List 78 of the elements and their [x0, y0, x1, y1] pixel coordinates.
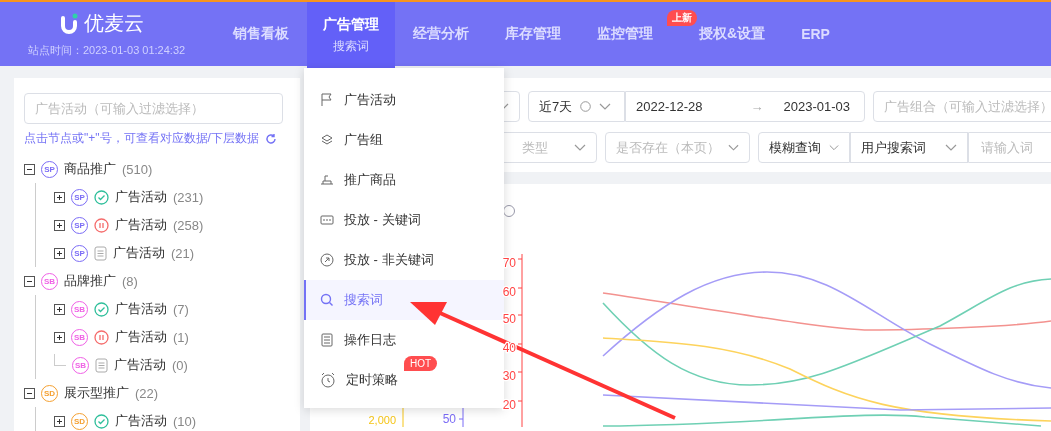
node-count: (22) [135, 385, 159, 401]
chevron-down-icon [945, 143, 957, 152]
station-time: 站点时间：2023-01-03 01:24:32 [28, 43, 187, 58]
check-circle-icon [94, 189, 109, 205]
menu-item[interactable]: 搜索词 [304, 280, 504, 320]
tree-node-label[interactable]: 广告活动 [115, 216, 167, 234]
axis-tick-label: 50 [442, 412, 456, 426]
menu-item[interactable]: 推广商品 [304, 160, 504, 200]
expand-icon[interactable] [54, 303, 65, 315]
date-range-field[interactable]: 2022-12-28 → 2023-01-03 [625, 91, 865, 122]
expand-icon[interactable] [54, 247, 65, 259]
node-count: (231) [173, 189, 204, 205]
notebook-icon [320, 333, 334, 347]
field-select[interactable]: 用户搜索词 [850, 132, 968, 163]
expand-icon[interactable] [54, 191, 65, 203]
logo-text: 优麦云 [84, 11, 144, 36]
tree-node-label[interactable]: 展示型推广 [64, 384, 129, 402]
match-select[interactable]: 模糊查询 [758, 132, 850, 163]
new-badge: 上新 [667, 10, 697, 26]
search-icon [320, 293, 334, 307]
tree-node-label[interactable]: 商品推广 [64, 160, 116, 178]
chevron-down-icon [599, 102, 612, 111]
tree-node-label[interactable]: 广告活动 [114, 356, 166, 374]
tree-node-label[interactable]: 广告活动 [115, 328, 167, 346]
expand-icon[interactable] [54, 331, 65, 343]
collapse-icon[interactable] [24, 387, 35, 399]
alarm-clock-icon [320, 372, 336, 388]
hint-text: 点击节点或"+"号，可查看对应数据/下层数据 [24, 130, 259, 147]
collapse-icon[interactable] [24, 275, 35, 287]
node-count: (258) [173, 217, 204, 233]
expand-icon[interactable] [54, 415, 65, 427]
tree-node-label[interactable]: 广告活动 [115, 188, 167, 206]
tag-icon [320, 213, 334, 227]
logo-icon [60, 12, 78, 35]
tree-node-label[interactable]: 广告活动 [115, 412, 167, 430]
search-word-field[interactable]: 请输入词 [968, 132, 1051, 163]
node-count: (510) [122, 161, 153, 177]
menu-item[interactable]: 投放 - 关键词 [304, 200, 504, 240]
node-count: (0) [172, 357, 188, 373]
collapse-icon[interactable] [24, 163, 35, 175]
range-arrow: → [750, 99, 764, 114]
axis-tick-label: 20 [502, 398, 516, 412]
menu-item[interactable]: 广告组 [304, 120, 504, 160]
node-count: (10) [173, 413, 197, 429]
chevron-down-icon [728, 143, 739, 152]
pause-circle-icon [94, 329, 109, 345]
node-count: (7) [173, 301, 189, 317]
arrow-circle-icon [320, 253, 334, 267]
node-count: (1) [173, 329, 189, 345]
menu-item[interactable]: 广告活动 [304, 80, 504, 120]
tree-node-label[interactable]: 广告活动 [113, 244, 165, 262]
expand-icon[interactable] [54, 219, 65, 231]
search-field[interactable]: 广告活动（可输入过滤选择） [24, 93, 283, 124]
period-select[interactable]: 近7天 [528, 91, 625, 122]
axis-tick-label: 30 [502, 369, 516, 383]
flag-icon [320, 93, 334, 107]
tree-node-label[interactable]: 广告活动 [115, 300, 167, 318]
tree-node-label[interactable]: 品牌推广 [64, 272, 116, 290]
axis-tick-label: 2,000 [368, 414, 396, 426]
check-circle-icon [94, 413, 109, 429]
chevron-down-icon [829, 143, 839, 152]
nav-tab[interactable]: 广告管理 搜索词 [307, 2, 395, 68]
axis-tick-label: 70 [502, 256, 516, 270]
axis-line [402, 405, 404, 427]
menu-item[interactable]: 投放 - 非关键词 [304, 240, 504, 280]
chevron-down-icon [574, 143, 586, 152]
node-count: (21) [171, 245, 195, 261]
check-circle-icon [94, 301, 109, 317]
pause-circle-icon [94, 217, 109, 233]
axis-tick-label: 50 [502, 312, 516, 326]
document-icon [94, 245, 107, 261]
axis-tick-label: 60 [502, 285, 516, 299]
document-icon [95, 357, 108, 373]
box-icon [320, 173, 334, 187]
node-count: (8) [122, 273, 138, 289]
refresh-icon[interactable] [264, 132, 277, 145]
layers-icon [320, 133, 334, 147]
hot-badge: HOT [404, 356, 438, 371]
